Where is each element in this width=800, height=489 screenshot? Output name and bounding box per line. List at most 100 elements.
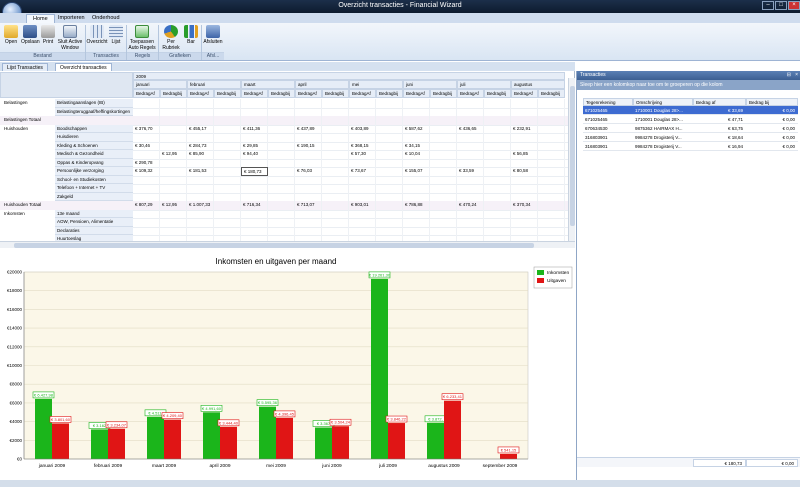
row-subcategory[interactable]: Telefoon + Internet + TV <box>55 184 133 193</box>
grid-cell[interactable] <box>214 150 241 159</box>
grid-cell[interactable] <box>268 133 295 142</box>
grid-cell[interactable]: € 786,88 <box>403 201 430 210</box>
grid-cell[interactable]: € 85,90 <box>187 150 214 159</box>
grid-cell[interactable] <box>484 141 511 150</box>
grid-cell[interactable] <box>430 107 457 116</box>
grid-cell[interactable] <box>268 141 295 150</box>
row-category[interactable]: Inkomsten <box>2 210 54 219</box>
afsluiten-button[interactable]: Afsluiten <box>202 25 224 45</box>
month-header[interactable]: maart <box>241 80 295 89</box>
grid-cell[interactable]: € 587,62 <box>403 124 430 133</box>
grid-cell[interactable] <box>322 192 349 201</box>
grid-cell[interactable] <box>538 175 565 184</box>
grid-cell[interactable] <box>403 218 430 227</box>
grid-cell[interactable] <box>295 226 322 235</box>
grid-cell[interactable] <box>241 133 268 142</box>
grid-cell[interactable] <box>457 226 484 235</box>
grid-cell[interactable] <box>160 141 187 150</box>
grid-cell[interactable] <box>322 226 349 235</box>
grid-cell[interactable] <box>322 141 349 150</box>
month-header[interactable]: mei <box>349 80 403 89</box>
grid-cell[interactable] <box>241 209 268 218</box>
row-subcategory[interactable]: Declaraties <box>55 226 133 235</box>
grid-cell[interactable]: € 34,15 <box>403 141 430 150</box>
col-bedragaf[interactable]: BedragAf <box>349 89 376 98</box>
pivot-grid[interactable]: 2009 januari BedragAf Bedragbij februari Bedr… <box>0 71 575 245</box>
grid-cell[interactable] <box>241 184 268 193</box>
grid-cell[interactable] <box>187 209 214 218</box>
open-button[interactable]: Open <box>3 25 19 45</box>
transaction-row[interactable]: 671025465 1710001 Douglas 28>... € 33,69 € … <box>583 106 798 115</box>
grid-cell[interactable] <box>403 107 430 116</box>
row-subcategory[interactable]: Belastingteruggaaf/heffingskortingen <box>55 107 133 116</box>
grid-cell[interactable] <box>268 107 295 116</box>
grid-cell[interactable] <box>484 167 511 176</box>
grid-cell[interactable] <box>457 192 484 201</box>
col-bedragbij[interactable]: Bedragbij <box>376 89 403 98</box>
grid-cell[interactable] <box>538 218 565 227</box>
grid-cell[interactable] <box>430 201 457 210</box>
grid-cell[interactable] <box>349 158 376 167</box>
grid-cell[interactable] <box>349 99 376 108</box>
grid-cell[interactable] <box>484 107 511 116</box>
grid-cell[interactable]: € 180,73 <box>241 167 268 176</box>
grid-cell[interactable] <box>214 226 241 235</box>
grid-cell[interactable] <box>187 133 214 142</box>
grid-cell[interactable] <box>295 133 322 142</box>
transaction-row[interactable]: 670634530 9875362 HAIRMAX H... € 63,75 € 0,… <box>583 124 798 133</box>
grid-cell[interactable]: € 181,53 <box>187 167 214 176</box>
grid-cell[interactable] <box>457 133 484 142</box>
grid-cell[interactable]: € 12,95 <box>160 201 187 210</box>
grid-cell[interactable]: € 57,30 <box>349 150 376 159</box>
column-bedrag-bij[interactable]: Bedrag bij <box>746 98 798 106</box>
col-bedragbij[interactable]: Bedragbij <box>484 89 511 98</box>
grid-cell[interactable] <box>457 107 484 116</box>
grid-cell[interactable] <box>133 226 160 235</box>
grid-cell[interactable] <box>376 133 403 142</box>
grid-cell[interactable]: € 94,40 <box>241 150 268 159</box>
grid-cell[interactable] <box>376 141 403 150</box>
grid-cell[interactable] <box>430 116 457 125</box>
grid-cell[interactable] <box>376 116 403 125</box>
grid-cell[interactable]: € 470,24 <box>457 201 484 210</box>
grid-cell[interactable] <box>484 158 511 167</box>
col-bedragaf[interactable]: BedragAf <box>241 89 268 98</box>
grid-cell[interactable] <box>376 201 403 210</box>
grid-cell[interactable] <box>349 192 376 201</box>
grid-cell[interactable]: € 73,67 <box>349 167 376 176</box>
row-subcategory[interactable]: Kleding & Schoenen <box>55 141 133 150</box>
grid-cell[interactable] <box>376 226 403 235</box>
grid-cell[interactable]: € 80,58 <box>511 167 538 176</box>
grid-cell[interactable] <box>295 150 322 159</box>
grid-cell[interactable] <box>430 184 457 193</box>
grid-cell[interactable] <box>322 184 349 193</box>
grid-cell[interactable] <box>322 99 349 108</box>
grid-cell[interactable] <box>322 201 349 210</box>
grid-cell[interactable] <box>268 184 295 193</box>
grid-cell[interactable]: € 716,34 <box>241 201 268 210</box>
month-header[interactable]: februari <box>187 80 241 89</box>
grid-cell[interactable] <box>349 175 376 184</box>
row-subcategory[interactable]: 13e maand <box>55 209 133 218</box>
grid-vertical-scrollbar[interactable] <box>568 78 575 241</box>
grid-cell[interactable] <box>430 158 457 167</box>
grid-cell[interactable] <box>457 99 484 108</box>
grid-cell[interactable] <box>295 99 322 108</box>
grid-cell[interactable]: € 232,91 <box>511 124 538 133</box>
grid-cell[interactable]: € 370,34 <box>511 201 538 210</box>
grid-cell[interactable] <box>133 99 160 108</box>
grid-cell[interactable] <box>511 133 538 142</box>
month-header[interactable]: januari <box>133 80 187 89</box>
grid-cell[interactable] <box>133 209 160 218</box>
grid-cell[interactable] <box>160 209 187 218</box>
grid-cell[interactable] <box>268 124 295 133</box>
grid-cell[interactable] <box>376 167 403 176</box>
grid-cell[interactable] <box>160 167 187 176</box>
grid-cell[interactable] <box>538 107 565 116</box>
grid-cell[interactable] <box>214 167 241 176</box>
grid-cell[interactable] <box>295 192 322 201</box>
grid-cell[interactable] <box>538 158 565 167</box>
grid-cell[interactable] <box>376 218 403 227</box>
grid-cell[interactable] <box>133 192 160 201</box>
grid-cell[interactable] <box>268 167 295 176</box>
